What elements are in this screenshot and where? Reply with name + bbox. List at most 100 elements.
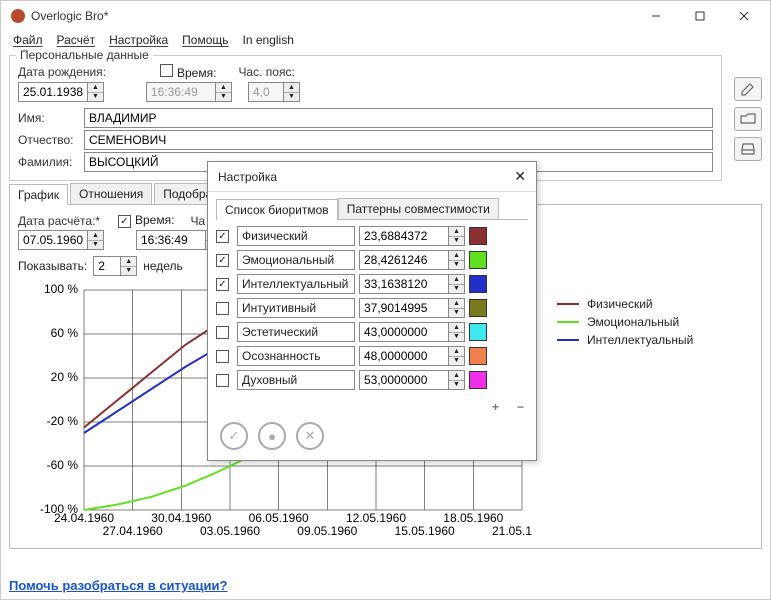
legend-phys: Физический	[587, 297, 653, 311]
mid-input[interactable]	[84, 130, 713, 150]
time-input[interactable]	[146, 82, 216, 102]
help-link[interactable]: Помочь разобраться в ситуации?	[9, 578, 227, 593]
bio-value[interactable]	[359, 370, 449, 390]
bio-spin[interactable]: ▲▼	[449, 250, 465, 270]
bio-color-swatch[interactable]	[469, 323, 487, 341]
svg-text:12.05.1960: 12.05.1960	[346, 511, 406, 525]
bio-color-swatch[interactable]	[469, 299, 487, 317]
window-title: Overlogic Bro*	[31, 9, 634, 23]
bio-checkbox[interactable]	[216, 326, 229, 339]
bio-value[interactable]	[359, 322, 449, 342]
bio-checkbox[interactable]: ✓	[216, 230, 229, 243]
birth-input[interactable]	[18, 82, 88, 102]
dlg-tab-patterns[interactable]: Паттерны совместимости	[338, 198, 499, 219]
svg-text:06.05.1960: 06.05.1960	[249, 511, 309, 525]
bio-spin[interactable]: ▲▼	[449, 346, 465, 366]
dialog-title: Настройка	[218, 170, 277, 184]
bio-checkbox[interactable]	[216, 350, 229, 363]
svg-text:03.05.1960: 03.05.1960	[200, 524, 260, 538]
bio-row: ✓ Интеллектуальный ▲▼	[216, 274, 528, 294]
bio-checkbox[interactable]	[216, 302, 229, 315]
ok-button[interactable]: ✓	[220, 422, 248, 450]
menu-calc[interactable]: Расчёт	[57, 33, 96, 47]
bio-name[interactable]: Осознанность	[237, 346, 355, 366]
birth-spin[interactable]: ▲▼	[88, 82, 104, 102]
tab-chart[interactable]: График	[9, 184, 68, 205]
bio-checkbox[interactable]: ✓	[216, 278, 229, 291]
bio-name[interactable]: Физический	[237, 226, 355, 246]
open-folder-button[interactable]	[734, 107, 762, 131]
svg-text:24.04.1960: 24.04.1960	[54, 511, 114, 525]
time-checkbox[interactable]	[160, 64, 173, 77]
show-spin[interactable]: ▲▼	[121, 256, 137, 276]
svg-text:18.05.1960: 18.05.1960	[443, 511, 503, 525]
calcdate-label: Дата расчёта:*	[18, 214, 112, 228]
bio-spin[interactable]: ▲▼	[449, 322, 465, 342]
bio-color-swatch[interactable]	[469, 371, 487, 389]
bio-value[interactable]	[359, 274, 449, 294]
menu-file[interactable]: Файл	[13, 33, 43, 47]
bio-name[interactable]: Духовный	[237, 370, 355, 390]
calc-time-checkbox[interactable]: ✓	[118, 215, 131, 228]
bio-value[interactable]	[359, 298, 449, 318]
bio-checkbox[interactable]	[216, 374, 229, 387]
tab-relations[interactable]: Отношения	[70, 183, 152, 204]
bio-color-swatch[interactable]	[469, 227, 487, 245]
close-button[interactable]	[722, 1, 766, 31]
last-label: Фамилия:	[18, 155, 78, 169]
dialog-close-icon[interactable]: ✕	[514, 168, 526, 185]
calcdate-spin[interactable]: ▲▼	[88, 230, 104, 250]
minimize-button[interactable]	[634, 1, 678, 31]
bio-color-swatch[interactable]	[469, 275, 487, 293]
legend: Физический Эмоциональный Интеллектуальны…	[557, 297, 693, 351]
name-input[interactable]	[84, 108, 713, 128]
legend-swatch-phys	[557, 303, 579, 305]
biorhythm-list: ✓ Физический ▲▼ ✓ Эмоциональный ▲▼ ✓ Интеллекту…	[208, 220, 536, 396]
tz-input[interactable]	[248, 82, 284, 102]
cancel-button[interactable]: ✕	[296, 422, 324, 450]
record-button[interactable]: ●	[258, 422, 286, 450]
app-icon	[11, 9, 25, 23]
bio-color-swatch[interactable]	[469, 347, 487, 365]
menu-help[interactable]: Помощь	[182, 33, 228, 47]
bio-color-swatch[interactable]	[469, 251, 487, 269]
svg-text:27.04.1960: 27.04.1960	[103, 524, 163, 538]
legend-swatch-emo	[557, 321, 579, 323]
bio-value[interactable]	[359, 250, 449, 270]
bio-spin[interactable]: ▲▼	[449, 298, 465, 318]
svg-text:30.04.1960: 30.04.1960	[151, 511, 211, 525]
show-unit: недель	[143, 259, 183, 273]
menu-settings[interactable]: Настройка	[109, 33, 168, 47]
bio-spin[interactable]: ▲▼	[449, 274, 465, 294]
bio-name[interactable]: Эмоциональный	[237, 250, 355, 270]
svg-text:-20 %: -20 %	[47, 414, 79, 428]
name-label: Имя:	[18, 111, 78, 125]
edit-button[interactable]	[734, 77, 762, 101]
svg-text:15.05.1960: 15.05.1960	[395, 524, 455, 538]
bio-row: Духовный ▲▼	[216, 370, 528, 390]
bio-checkbox[interactable]: ✓	[216, 254, 229, 267]
bio-name[interactable]: Эстетический	[237, 322, 355, 342]
group-title: Персональные данные	[16, 48, 153, 62]
svg-text:100 %: 100 %	[44, 282, 78, 296]
tz-spin[interactable]: ▲▼	[284, 82, 300, 102]
bio-row: ✓ Физический ▲▼	[216, 226, 528, 246]
calctime-input[interactable]	[136, 230, 206, 250]
calcdate-input[interactable]	[18, 230, 88, 250]
bio-spin[interactable]: ▲▼	[449, 226, 465, 246]
bio-spin[interactable]: ▲▼	[449, 370, 465, 390]
disk-button[interactable]	[734, 137, 762, 161]
maximize-button[interactable]	[678, 1, 722, 31]
add-button[interactable]: +	[492, 400, 499, 414]
legend-intel: Интеллектуальный	[587, 333, 693, 347]
bio-name[interactable]: Интуитивный	[237, 298, 355, 318]
bio-value[interactable]	[359, 226, 449, 246]
bio-name[interactable]: Интеллектуальный	[237, 274, 355, 294]
time-spin[interactable]: ▲▼	[216, 82, 232, 102]
remove-button[interactable]: −	[517, 400, 524, 414]
dlg-tab-list[interactable]: Список биоритмов	[216, 199, 338, 220]
menu-english[interactable]: In english	[243, 33, 294, 47]
show-input[interactable]	[93, 256, 121, 276]
bio-value[interactable]	[359, 346, 449, 366]
bio-row: Интуитивный ▲▼	[216, 298, 528, 318]
